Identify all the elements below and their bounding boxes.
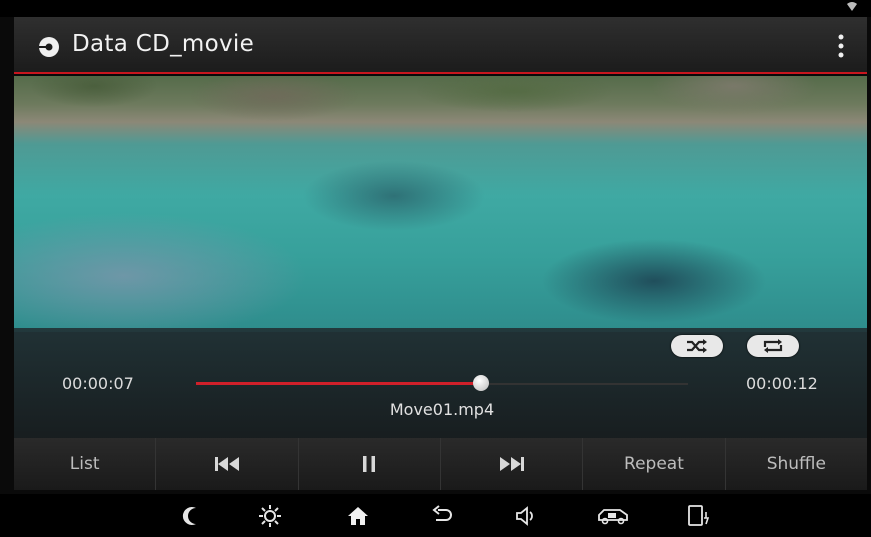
shuffle-button-label: Shuffle <box>766 454 826 474</box>
repeat-button[interactable]: Repeat <box>583 438 726 490</box>
pause-button[interactable] <box>299 438 441 490</box>
more-vert-icon[interactable] <box>837 33 845 59</box>
wifi-icon <box>847 2 857 11</box>
elapsed-time: 00:00:07 <box>62 374 134 393</box>
progress-bar[interactable] <box>196 375 688 391</box>
repeat-toggle-button[interactable] <box>747 335 799 357</box>
home-icon[interactable] <box>346 504 370 528</box>
status-bar <box>0 0 871 17</box>
skip-previous-icon <box>214 457 239 471</box>
file-name: Move01.mp4 <box>389 400 495 419</box>
car-icon[interactable] <box>596 504 630 528</box>
previous-button[interactable] <box>156 438 299 490</box>
list-button-label: List <box>69 454 100 474</box>
shuffle-icon <box>687 339 707 353</box>
progress-fill <box>196 382 482 385</box>
next-button[interactable] <box>441 438 584 490</box>
phone-icon[interactable] <box>686 504 710 528</box>
title-bar: Data CD_movie <box>14 17 867 74</box>
list-button[interactable]: List <box>14 438 157 490</box>
pause-icon <box>363 456 376 472</box>
shuffle-toggle-button[interactable] <box>671 335 723 357</box>
video-coastline <box>14 76 867 146</box>
repeat-button-label: Repeat <box>624 454 684 474</box>
playback-toolbar: List Repeat Shuffle <box>14 438 867 490</box>
total-time: 00:00:12 <box>746 374 818 393</box>
skip-next-icon <box>499 457 524 471</box>
back-icon[interactable] <box>430 504 454 528</box>
night-mode-icon[interactable] <box>181 504 205 528</box>
shuffle-button[interactable]: Shuffle <box>726 438 867 490</box>
volume-icon[interactable] <box>514 504 538 528</box>
disc-icon <box>39 37 59 57</box>
system-nav-bar <box>0 494 871 537</box>
page-title: Data CD_movie <box>72 31 255 57</box>
video-frame[interactable] <box>14 76 867 332</box>
brightness-icon[interactable] <box>258 504 282 528</box>
repeat-icon <box>763 339 783 353</box>
